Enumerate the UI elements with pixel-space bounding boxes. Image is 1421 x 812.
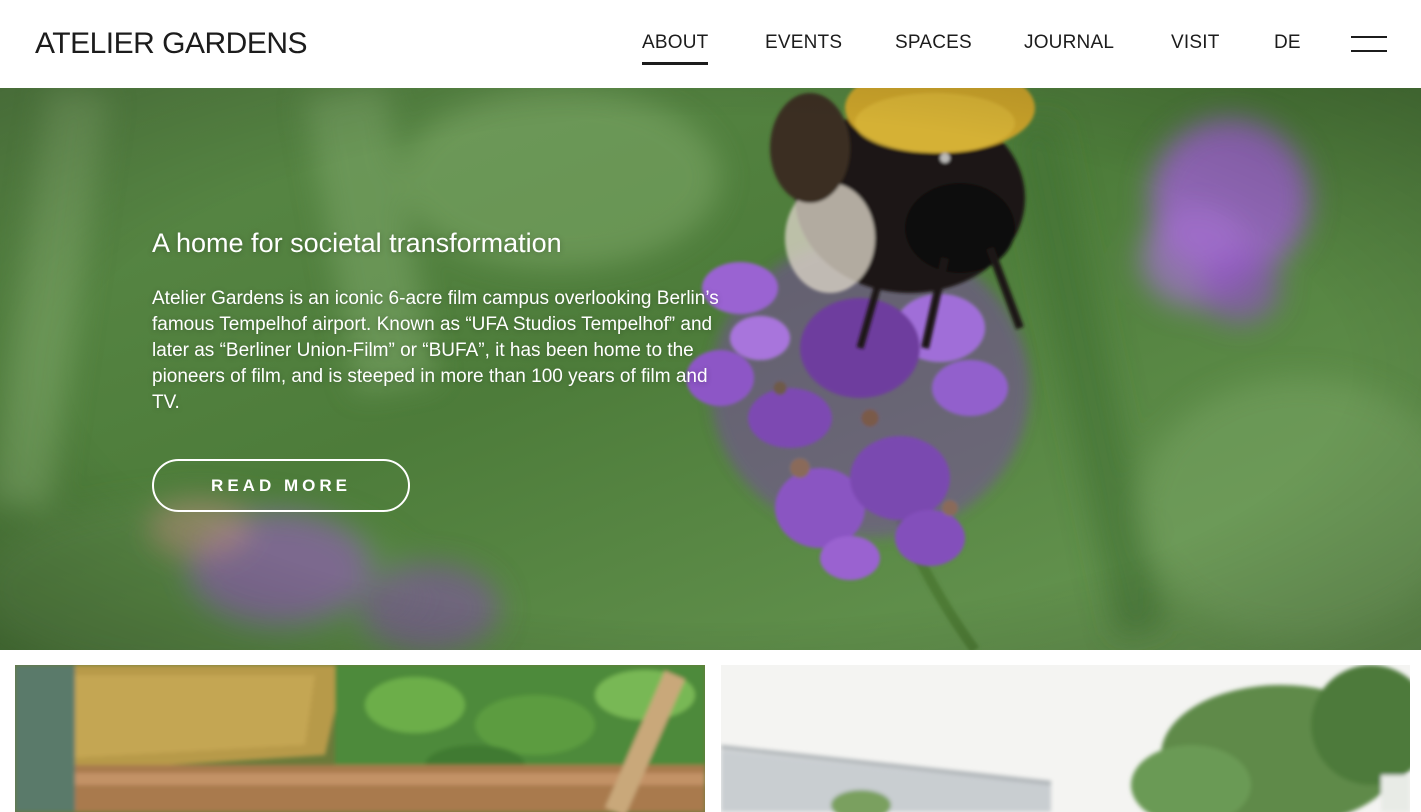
- main-nav: ABOUT EVENTS SPACES JOURNAL VISIT DE: [0, 30, 1421, 66]
- hamburger-menu-icon[interactable]: [1351, 36, 1387, 52]
- site-header: ATELIER GARDENS ABOUT EVENTS SPACES JOUR…: [0, 0, 1421, 88]
- nav-item-spaces[interactable]: SPACES: [895, 30, 972, 56]
- nav-item-visit[interactable]: VISIT: [1171, 30, 1220, 56]
- hero-title: A home for societal transformation: [152, 228, 562, 258]
- language-switch-de[interactable]: DE: [1274, 30, 1301, 56]
- wooden-planter-straw-photo: [15, 665, 705, 812]
- nav-item-about[interactable]: ABOUT: [642, 30, 709, 65]
- card-image-right[interactable]: [721, 665, 1410, 812]
- nav-item-events[interactable]: EVENTS: [765, 30, 842, 56]
- nav-item-journal[interactable]: JOURNAL: [1024, 30, 1114, 56]
- read-more-button[interactable]: READ MORE: [152, 459, 410, 512]
- garden-building-trees-photo: [721, 665, 1410, 812]
- hero-section: A home for societal transformation Ateli…: [0, 88, 1421, 650]
- hero-content: A home for societal transformation Ateli…: [152, 226, 732, 416]
- card-image-left[interactable]: [15, 665, 705, 812]
- hero-description: Atelier Gardens is an iconic 6-acre film…: [152, 288, 719, 413]
